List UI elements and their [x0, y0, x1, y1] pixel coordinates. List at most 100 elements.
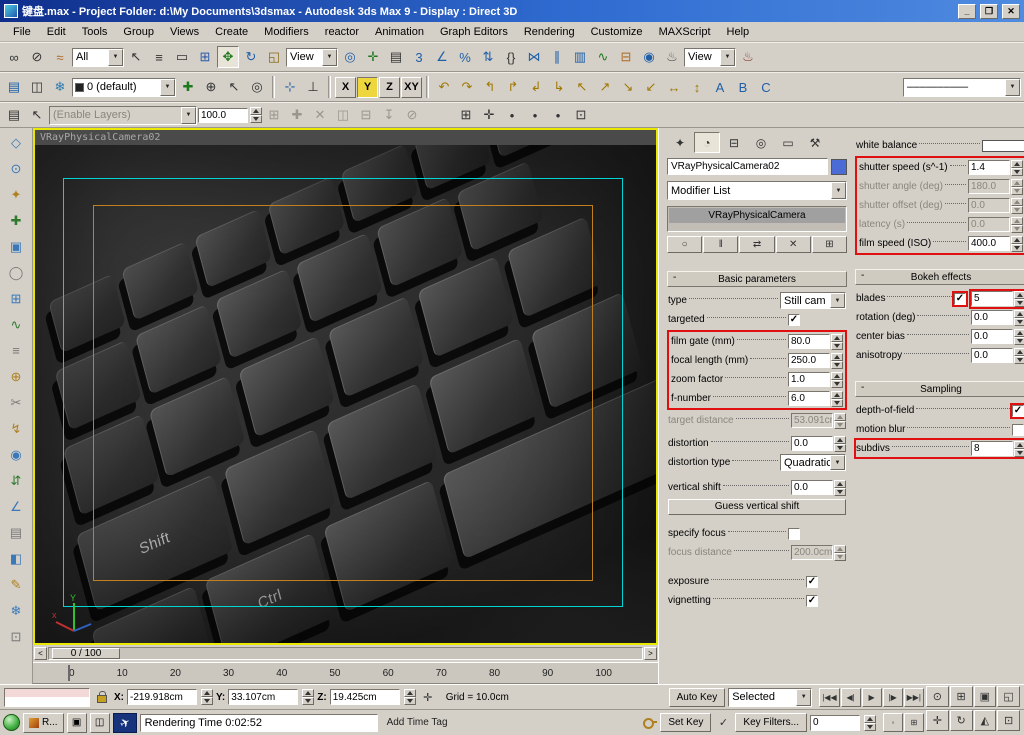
tab-create[interactable]: ✦ [667, 132, 693, 153]
guess-vertical-shift-button[interactable]: Guess vertical shift [668, 499, 846, 515]
extras-maximize-icon[interactable]: ⊡ [570, 104, 592, 126]
macro-arrow-11-icon[interactable]: ↔ [663, 76, 685, 98]
reactor-tool-9-icon[interactable]: ≡ [4, 339, 28, 362]
taskbar-window-1-button[interactable]: ▣ [67, 713, 87, 733]
menu-create[interactable]: Create [208, 24, 255, 40]
spinner[interactable] [1014, 441, 1024, 457]
reactor-tool-10-icon[interactable]: ⊕ [4, 365, 28, 388]
keyboard-override-icon[interactable]: ▤ [385, 46, 407, 68]
show-end-result-icon[interactable]: ‖ [703, 236, 738, 253]
menu-edit[interactable]: Edit [40, 24, 73, 40]
select-and-scale-icon[interactable]: ◱ [263, 46, 285, 68]
dropdown-arrow-icon[interactable]: ▼ [181, 107, 196, 124]
set-current-layer-icon[interactable]: ◎ [246, 76, 268, 98]
zoom-all-icon[interactable]: ⊞ [950, 686, 973, 707]
dropdown-arrow-icon[interactable]: ▼ [108, 49, 123, 66]
spinner[interactable] [201, 689, 213, 705]
macro-arrow-1-icon[interactable]: ↶ [433, 76, 455, 98]
spinner[interactable] [864, 715, 876, 731]
reactor-tool-19-icon[interactable]: ❄ [4, 599, 28, 622]
targeted-checkbox[interactable]: ✓ [788, 314, 800, 326]
next-frame-button[interactable]: |▶ [883, 688, 903, 707]
axis-y-button[interactable]: Y [357, 77, 378, 98]
material-editor-icon[interactable]: ◉ [638, 46, 660, 68]
reactor-tool-1-icon[interactable]: ◇ [4, 131, 28, 154]
object-name-field[interactable]: VRayPhysicalCamera02 [667, 158, 828, 175]
mirror-icon[interactable]: ⋈ [523, 46, 545, 68]
anim-layer-properties-icon[interactable]: ⊞ [263, 104, 285, 126]
rotation-deg-field[interactable]: 0.0 [971, 310, 1013, 325]
snap-toggle-3d-icon[interactable]: 3 [408, 46, 430, 68]
add-selection-to-layer-icon[interactable]: ⊕ [200, 76, 222, 98]
reactor-tool-14-icon[interactable]: ⇵ [4, 469, 28, 492]
spinner[interactable] [834, 480, 846, 496]
menu-help[interactable]: Help [720, 24, 757, 40]
spinner[interactable] [831, 391, 843, 407]
spinner[interactable] [404, 689, 416, 705]
z-coordinate-field[interactable]: 19.425cm [330, 689, 400, 705]
specify-focus-checkbox[interactable] [788, 528, 800, 540]
menu-file[interactable]: File [6, 24, 38, 40]
macro-arrow-7-icon[interactable]: ↖ [571, 76, 593, 98]
tab-utilities[interactable]: ⚒ [802, 132, 828, 153]
stack-item-vrayphysicalcamera[interactable]: VRayPhysicalCamera [669, 208, 845, 223]
spinner[interactable] [1014, 310, 1024, 326]
auto-key-button[interactable]: Auto Key [669, 688, 726, 707]
extras-pan-icon[interactable]: ✛ [478, 104, 500, 126]
spinner[interactable] [831, 372, 843, 388]
render-area[interactable]: ShiftCtrl Y x [35, 145, 656, 643]
shutter-angle-deg-field[interactable]: 180.0 [968, 179, 1010, 194]
time-back-icon[interactable]: < [34, 647, 47, 660]
selection-filter-dropdown[interactable]: All▼ [72, 48, 124, 67]
macro-arrow-10-icon[interactable]: ↙ [640, 76, 662, 98]
collapse-anim-layer-icon[interactable]: ↧ [378, 104, 400, 126]
add-time-tag[interactable]: Add Time Tag [381, 717, 454, 728]
anisotropy-field[interactable]: 0.0 [971, 348, 1013, 363]
transform-gizmo-icon[interactable]: ⊹ [279, 76, 301, 98]
spinner[interactable] [1011, 160, 1023, 176]
freeze-layer-icon[interactable]: ❄ [49, 76, 71, 98]
depth-of-field-checkbox[interactable]: ✓ [1012, 405, 1024, 417]
f-number-field[interactable]: 6.0 [788, 391, 830, 406]
menu-views[interactable]: Views [163, 24, 206, 40]
absolute-offset-mode-icon[interactable]: ✛ [419, 688, 437, 706]
taskbar-render-button[interactable]: R... [23, 713, 64, 733]
axis-z-button[interactable]: Z [379, 77, 400, 98]
field-of-view-icon[interactable]: ◭ [974, 710, 997, 731]
zoom-extents-icon[interactable]: ▣ [974, 686, 997, 707]
script-a-button[interactable]: A [709, 76, 731, 98]
selection-lock-icon[interactable] [93, 688, 111, 706]
reactor-tool-5-icon[interactable]: ▣ [4, 235, 28, 258]
bind-to-space-warp-icon[interactable]: ≈ [49, 46, 71, 68]
schematic-view-icon[interactable]: ⊟ [615, 46, 637, 68]
close-icon[interactable]: ✕ [1002, 4, 1020, 19]
spinner[interactable] [834, 413, 846, 429]
latency-s-field[interactable]: 0.0 [968, 217, 1010, 232]
macro-arrow-12-icon[interactable]: ↕ [686, 76, 708, 98]
subdivs-field[interactable]: 8 [971, 441, 1013, 456]
macro-arrow-4-icon[interactable]: ↱ [502, 76, 524, 98]
pin-stack-icon[interactable]: ○ [667, 236, 702, 253]
reactor-tool-3-icon[interactable]: ✦ [4, 183, 28, 206]
macro-arrow-5-icon[interactable]: ↲ [525, 76, 547, 98]
spinner[interactable] [1014, 348, 1024, 364]
key-mode-toggle-icon[interactable]: ◦ [883, 713, 903, 732]
extras-dot3-icon[interactable]: • [547, 104, 569, 126]
blades-checkbox[interactable]: ✓ [954, 293, 966, 305]
viewport-label[interactable]: VRayPhysicalCamera02 [35, 130, 656, 145]
distortion-type-dropdown[interactable]: Quadratic▼ [780, 454, 846, 471]
film-gate-mm-field[interactable]: 80.0 [788, 334, 830, 349]
tab-motion[interactable]: ◎ [748, 132, 774, 153]
dropdown-arrow-icon[interactable]: ▼ [1005, 79, 1020, 96]
play-button[interactable]: ▶ [862, 688, 882, 707]
make-unique-icon[interactable]: ⇄ [739, 236, 774, 253]
menu-rendering[interactable]: Rendering [517, 24, 582, 40]
rectangular-selection-icon[interactable]: ▭ [171, 46, 193, 68]
y-coordinate-field[interactable]: 33.107cm [228, 689, 298, 705]
arc-rotate-icon[interactable]: ↻ [950, 710, 973, 731]
tab-hierarchy[interactable]: ⊟ [721, 132, 747, 153]
reactor-tool-12-icon[interactable]: ↯ [4, 417, 28, 440]
quick-render-icon[interactable]: ♨ [737, 46, 759, 68]
camera-viewport[interactable]: VRayPhysicalCamera02 ShiftCtrl Y x [33, 128, 658, 645]
percent-snap-icon[interactable]: % [454, 46, 476, 68]
